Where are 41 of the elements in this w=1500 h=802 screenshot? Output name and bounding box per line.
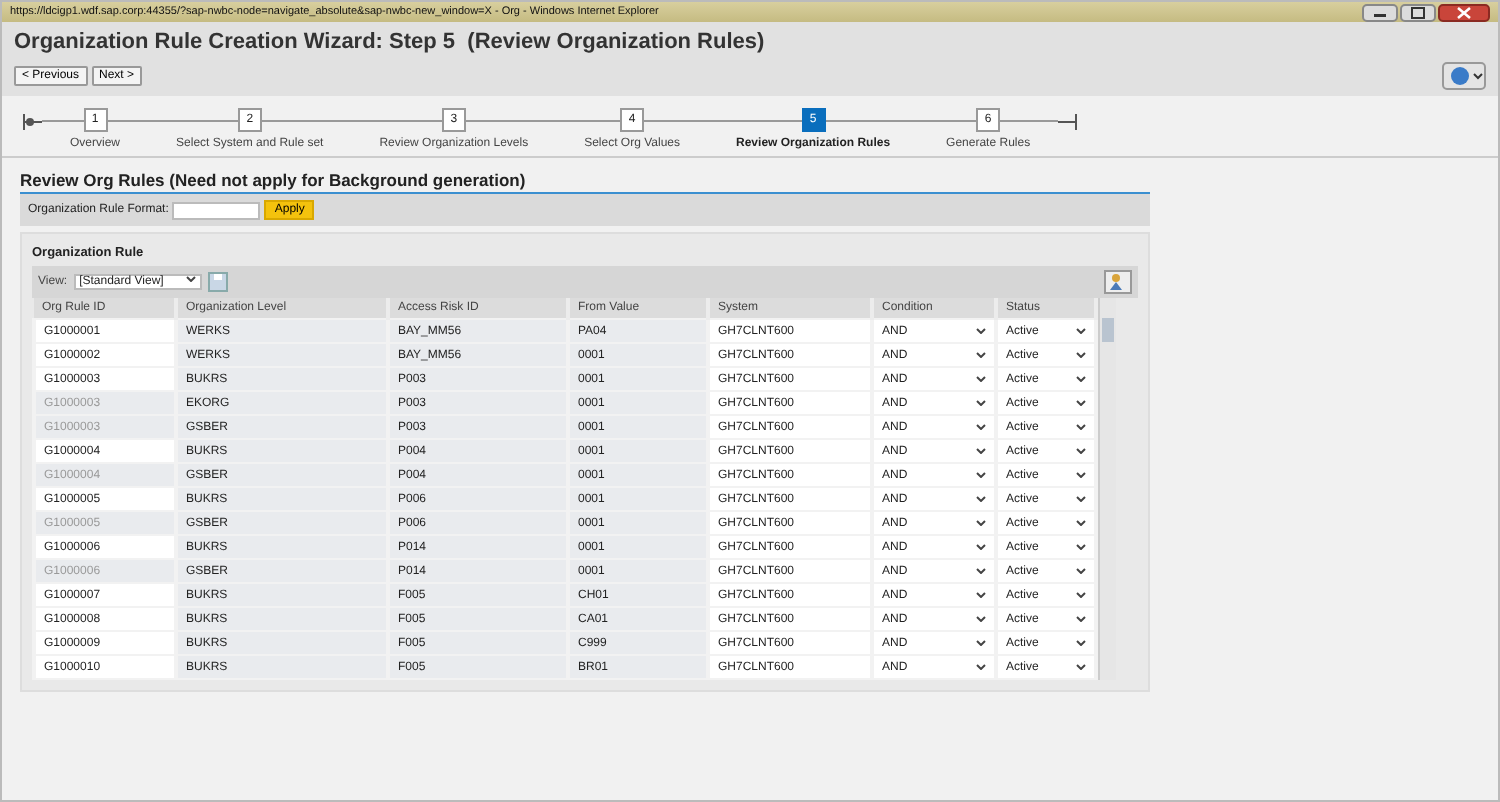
settings-icon[interactable] [1104, 270, 1132, 294]
chevron-down-icon [976, 496, 986, 502]
chevron-down-icon [1076, 568, 1086, 574]
help-icon[interactable] [1442, 62, 1486, 90]
chevron-down-icon [1076, 328, 1086, 334]
chevron-down-icon [976, 472, 986, 478]
chevron-down-icon [976, 568, 986, 574]
chevron-down-icon [1076, 592, 1086, 598]
chevron-down-icon [1076, 496, 1086, 502]
chevron-down-icon [976, 640, 986, 646]
chevron-down-icon [1076, 400, 1086, 406]
chevron-down-icon [976, 616, 986, 622]
format-input[interactable] [172, 201, 261, 219]
chevron-down-icon [976, 400, 986, 406]
minimize-icon[interactable] [1362, 3, 1398, 21]
chevron-down-icon [976, 376, 986, 382]
chevron-down-icon [976, 424, 986, 430]
chevron-down-icon [1076, 520, 1086, 526]
chevron-down-icon [976, 520, 986, 526]
close-icon[interactable] [1438, 3, 1490, 21]
chevron-down-icon [976, 448, 986, 454]
chevron-down-icon [976, 664, 986, 670]
chevron-down-icon [1076, 640, 1086, 646]
chevron-down-icon [1076, 352, 1086, 358]
roadmap-start-icon [22, 114, 42, 130]
maximize-icon[interactable] [1400, 3, 1436, 21]
chevron-down-icon [1076, 544, 1086, 550]
page-title: Organization Rule Creation Wizard: Step 5 (Review Organization Rules) [14, 30, 767, 54]
chevron-down-icon [1076, 424, 1086, 430]
chevron-down-icon [976, 544, 986, 550]
chevron-down-icon [976, 352, 986, 358]
chevron-down-icon [185, 276, 196, 282]
roadmap-end-icon [1058, 114, 1079, 130]
chevron-down-icon [1076, 376, 1086, 382]
chevron-down-icon [976, 328, 986, 334]
chevron-down-icon [1076, 448, 1086, 454]
chevron-down-icon [976, 592, 986, 598]
chevron-down-icon [1076, 472, 1086, 478]
chevron-down-icon [1076, 664, 1086, 670]
save-view-icon[interactable] [207, 272, 228, 292]
chevron-down-icon [1076, 616, 1086, 622]
